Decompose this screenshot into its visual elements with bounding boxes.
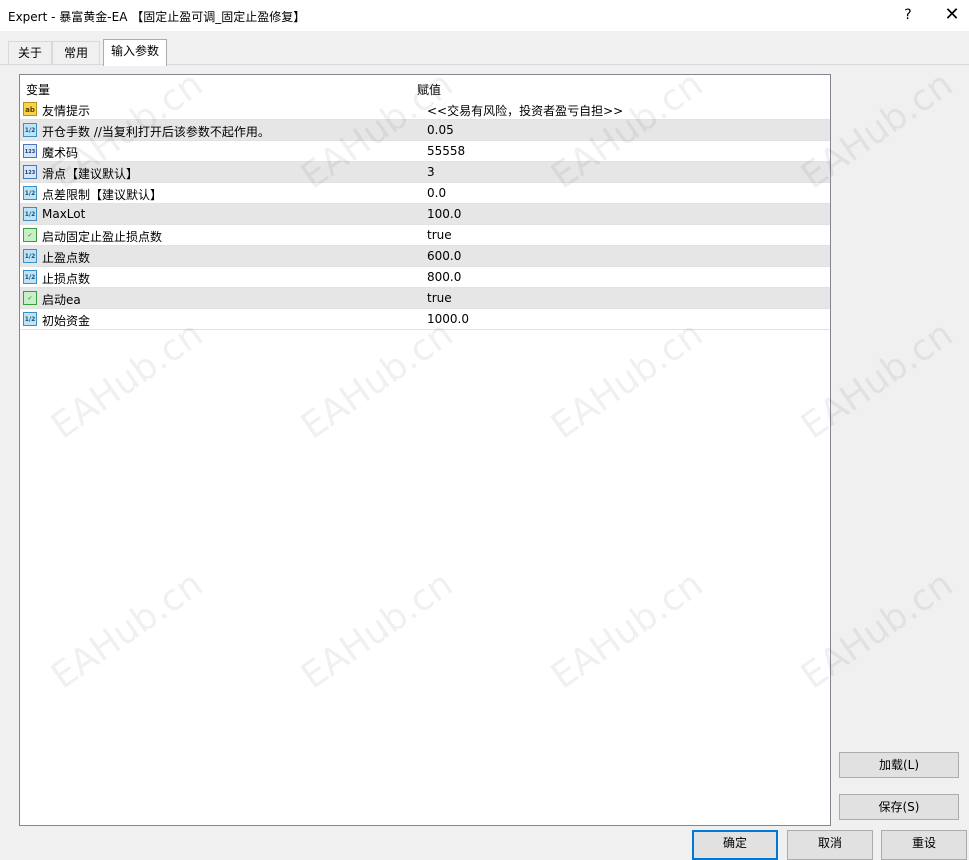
- parameter-name: 止盈点数: [42, 251, 91, 265]
- parameter-row[interactable]: ✓ 启动ea true: [20, 288, 830, 309]
- parameters-grid: 变量 赋值 ab 友情提示 <<交易有风险，投资者盈亏自担>> 1/2 开仓手数 //当…: [19, 74, 831, 826]
- parameter-row[interactable]: 1/2 开仓手数 //当复利打开后该参数不起作用。 0.05: [20, 120, 830, 141]
- bool-type-icon: ✓: [23, 228, 37, 242]
- bool-type-icon: ✓: [23, 291, 37, 305]
- double-type-icon: 1/2: [23, 270, 37, 284]
- parameter-value[interactable]: true: [427, 291, 452, 305]
- parameter-value[interactable]: 800.0: [427, 270, 461, 284]
- ok-button[interactable]: 确定: [692, 830, 778, 860]
- parameter-name: MaxLot: [42, 207, 86, 221]
- tab-strip: 关于 常用 输入参数: [0, 31, 969, 66]
- parameter-name: 友情提示: [42, 104, 91, 118]
- parameter-value[interactable]: 0.05: [427, 123, 454, 137]
- double-type-icon: 1/2: [23, 207, 37, 221]
- double-type-icon: 1/2: [23, 186, 37, 200]
- integer-type-icon: 123: [23, 144, 37, 158]
- reset-button[interactable]: 重设: [881, 830, 967, 860]
- parameter-row[interactable]: 1/2 初始资金 1000.0: [20, 309, 830, 330]
- integer-type-icon: 123: [23, 165, 37, 179]
- parameter-name: 启动固定止盈止损点数: [42, 230, 163, 244]
- parameter-value[interactable]: 1000.0: [427, 312, 469, 326]
- parameter-value[interactable]: 0.0: [427, 186, 446, 200]
- close-button[interactable]: ✕: [932, 2, 969, 28]
- parameter-name: 启动ea: [42, 293, 81, 307]
- parameter-name: 滑点【建议默认】: [42, 167, 139, 181]
- double-type-icon: 1/2: [23, 249, 37, 263]
- column-header-value[interactable]: 赋值: [417, 81, 441, 98]
- double-type-icon: 1/2: [23, 312, 37, 326]
- cancel-button[interactable]: 取消: [787, 830, 873, 860]
- parameter-value[interactable]: 100.0: [427, 207, 461, 221]
- parameter-name: 开仓手数 //当复利打开后该参数不起作用。: [42, 125, 270, 139]
- column-header-variable[interactable]: 变量: [26, 81, 50, 98]
- help-button[interactable]: ?: [888, 2, 928, 28]
- parameter-name: 魔术码: [42, 146, 79, 160]
- tab-common[interactable]: 常用: [52, 41, 100, 65]
- string-type-icon: ab: [23, 102, 37, 116]
- double-type-icon: 1/2: [23, 123, 37, 137]
- parameter-name: 点差限制【建议默认】: [42, 188, 163, 202]
- grid-header: 变量 赋值: [20, 75, 830, 99]
- parameter-rows: ab 友情提示 <<交易有风险，投资者盈亏自担>> 1/2 开仓手数 //当复利打开后该…: [20, 99, 830, 330]
- parameter-row[interactable]: 1/2 点差限制【建议默认】 0.0: [20, 183, 830, 204]
- parameter-value[interactable]: 3: [427, 165, 435, 179]
- save-button[interactable]: 保存(S): [839, 794, 959, 820]
- parameter-name: 止损点数: [42, 272, 91, 286]
- parameter-row[interactable]: 123 魔术码 55558: [20, 141, 830, 162]
- parameter-value[interactable]: 600.0: [427, 249, 461, 263]
- load-button[interactable]: 加载(L): [839, 752, 959, 778]
- tab-inputs[interactable]: 输入参数: [103, 39, 167, 66]
- window-title: Expert - 暴富黄金-EA 【固定止盈可调_固定止盈修复】: [8, 10, 306, 24]
- title-bar: Expert - 暴富黄金-EA 【固定止盈可调_固定止盈修复】 ? ✕: [0, 0, 969, 31]
- parameter-value[interactable]: 55558: [427, 144, 465, 158]
- tab-about[interactable]: 关于: [8, 41, 52, 65]
- parameter-value[interactable]: <<交易有风险，投资者盈亏自担>>: [427, 102, 623, 119]
- parameter-row[interactable]: 1/2 止盈点数 600.0: [20, 246, 830, 267]
- parameter-name: 初始资金: [42, 314, 91, 328]
- parameter-row[interactable]: ✓ 启动固定止盈止损点数 true: [20, 225, 830, 246]
- parameter-value[interactable]: true: [427, 228, 452, 242]
- parameter-row[interactable]: ab 友情提示 <<交易有风险，投资者盈亏自担>>: [20, 99, 830, 120]
- parameter-row[interactable]: 1/2 MaxLot 100.0: [20, 204, 830, 225]
- parameter-row[interactable]: 1/2 止损点数 800.0: [20, 267, 830, 288]
- parameter-row[interactable]: 123 滑点【建议默认】 3: [20, 162, 830, 183]
